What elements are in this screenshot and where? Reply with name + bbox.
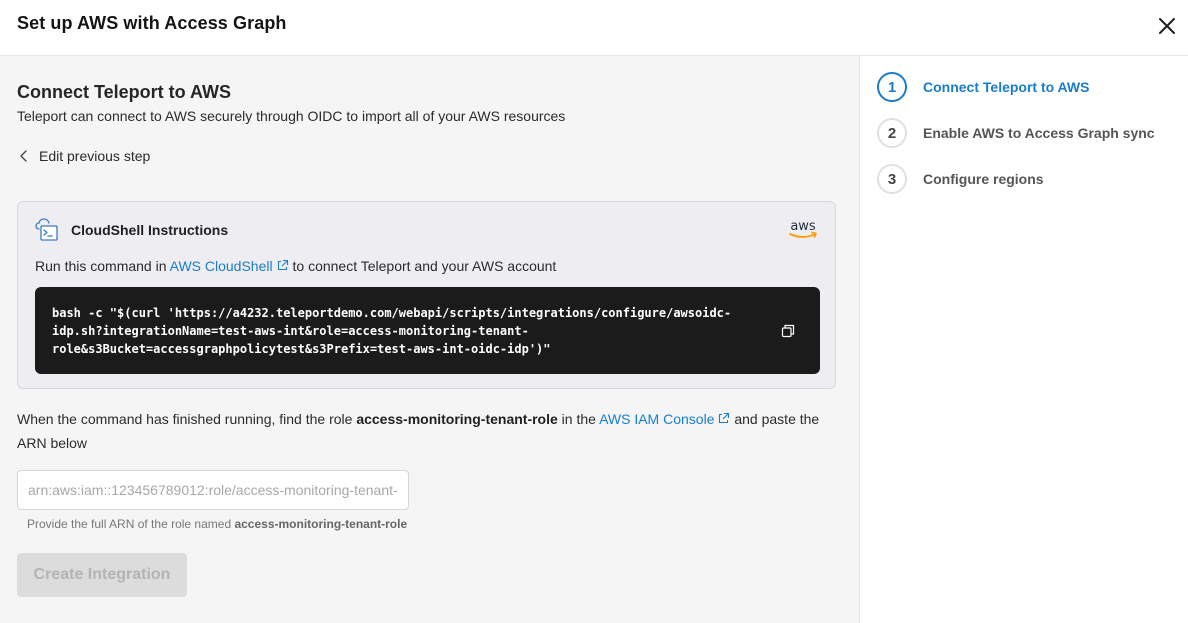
- command-line: role&s3Bucket=accessgraphpolicytest&s3Pr…: [52, 342, 551, 356]
- role-arn-input[interactable]: [17, 470, 409, 510]
- run-prefix-text: Run this command in: [35, 258, 170, 274]
- steps-sidebar: 1 Connect Teleport to AWS 2 Enable AWS t…: [861, 56, 1188, 623]
- aws-cloudshell-link-label: AWS CloudShell: [169, 258, 273, 274]
- step-enable-sync: 2 Enable AWS to Access Graph sync: [877, 118, 1155, 148]
- cloudshell-run-instruction: Run this command in AWS CloudShell to co…: [35, 258, 556, 274]
- close-icon: [1159, 18, 1175, 34]
- command-line: bash -c "$(curl 'https://a4232.teleportd…: [52, 306, 732, 320]
- helper-role-name: access-monitoring-tenant-role: [234, 517, 408, 531]
- step-connect-teleport: 1 Connect Teleport to AWS: [877, 72, 1089, 102]
- step-label: Configure regions: [923, 171, 1044, 187]
- aws-iam-console-link[interactable]: AWS IAM Console: [599, 411, 730, 427]
- step-number: 1: [877, 72, 907, 102]
- edit-previous-step-label: Edit previous step: [39, 148, 151, 164]
- step-number: 3: [877, 164, 907, 194]
- dialog-header: Set up AWS with Access Graph: [0, 0, 1188, 56]
- section-subtitle: Teleport can connect to AWS securely thr…: [17, 108, 566, 124]
- run-suffix-text: to connect Teleport and your AWS account: [288, 258, 557, 274]
- cloudshell-icon: [35, 218, 58, 241]
- chevron-left-icon: [20, 150, 27, 162]
- section-title: Connect Teleport to AWS: [17, 82, 231, 102]
- step-number: 2: [877, 118, 907, 148]
- card-title: CloudShell Instructions: [71, 222, 229, 238]
- helper-prefix: Provide the full ARN of the role named: [27, 517, 235, 531]
- aws-iam-console-link-label: AWS IAM Console: [599, 411, 715, 427]
- create-integration-button[interactable]: Create Integration: [17, 553, 187, 597]
- arn-instructions: When the command has finished running, f…: [17, 407, 842, 455]
- arn-helper-text: Provide the full ARN of the role named a…: [27, 517, 407, 531]
- step-label: Enable AWS to Access Graph sync: [923, 125, 1155, 141]
- command-text[interactable]: bash -c "$(curl 'https://a4232.teleportd…: [52, 304, 752, 358]
- close-button[interactable]: [1154, 13, 1180, 39]
- copy-command-button[interactable]: [780, 323, 796, 339]
- role-name: access-monitoring-tenant-role: [356, 411, 558, 427]
- cloudshell-instructions-card: CloudShell Instructions aws Run this com…: [17, 201, 836, 389]
- main-panel: Connect Teleport to AWS Teleport can con…: [0, 56, 860, 623]
- instructions-prefix: When the command has finished running, f…: [17, 411, 357, 427]
- external-link-icon: [719, 412, 730, 424]
- aws-logo: aws: [789, 219, 817, 238]
- command-line: idp.sh?integrationName=test-aws-int&role…: [52, 324, 529, 338]
- step-label: Connect Teleport to AWS: [923, 79, 1090, 95]
- external-link-icon: [277, 259, 288, 271]
- aws-cloudshell-link[interactable]: AWS CloudShell: [170, 258, 289, 274]
- instructions-middle: in the: [557, 411, 600, 427]
- dialog-title: Set up AWS with Access Graph: [17, 13, 287, 33]
- command-code-block[interactable]: bash -c "$(curl 'https://a4232.teleportd…: [35, 287, 820, 374]
- step-configure-regions: 3 Configure regions: [877, 164, 1044, 194]
- copy-icon: [781, 324, 795, 338]
- edit-previous-step-link[interactable]: Edit previous step: [17, 146, 150, 166]
